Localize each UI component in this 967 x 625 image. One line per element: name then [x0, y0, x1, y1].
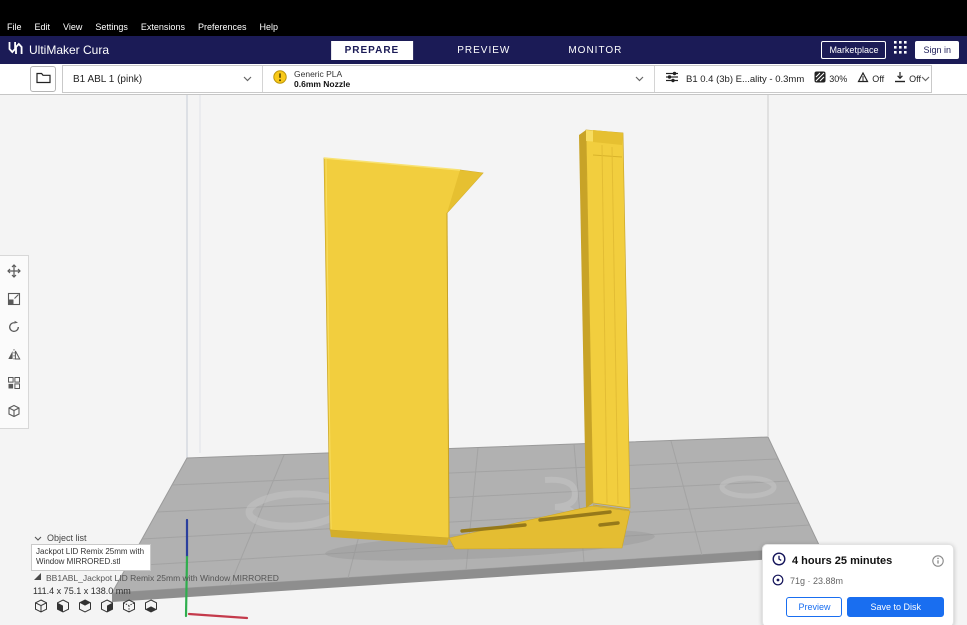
- app-title: UltiMaker Cura: [29, 43, 110, 57]
- viewport: Object list Jackpot LID Remix 25mm with …: [0, 95, 967, 625]
- move-icon: [6, 263, 21, 281]
- view-right-icon[interactable]: [121, 598, 137, 614]
- selected-model-row[interactable]: BB1ABL_Jackpot LID Remix 25mm with Windo…: [33, 572, 313, 583]
- tab-prepare[interactable]: PREPARE: [330, 40, 414, 60]
- rotate-tool-button[interactable]: [0, 314, 27, 342]
- per-model-settings-tool-button[interactable]: [0, 370, 27, 398]
- view-preset-bar: [33, 598, 159, 614]
- app-logo: UltiMaker Cura: [8, 41, 109, 60]
- object-list-label: Object list: [47, 533, 87, 543]
- folder-icon: [35, 71, 51, 87]
- infill-icon: [814, 70, 826, 88]
- mirror-tool-button[interactable]: [0, 342, 27, 370]
- tab-preview[interactable]: PREVIEW: [443, 41, 524, 60]
- view-front-icon[interactable]: [55, 598, 71, 614]
- object-list-toggle[interactable]: Object list: [34, 533, 87, 543]
- clock-icon: [772, 552, 786, 569]
- save-to-disk-button[interactable]: Save to Disk: [847, 597, 944, 617]
- adhesion-value: Off: [909, 74, 921, 84]
- menu-preferences[interactable]: Preferences: [198, 22, 247, 32]
- rotate-icon: [7, 320, 21, 337]
- view-top-icon[interactable]: [77, 598, 93, 614]
- menu-settings[interactable]: Settings: [95, 22, 128, 32]
- print-settings-sliders-icon: [665, 70, 679, 88]
- chevron-down-icon[interactable]: [921, 76, 930, 82]
- chevron-down-icon: [635, 76, 644, 82]
- print-time: 4 hours 25 minutes: [792, 554, 893, 567]
- support-icon: [857, 70, 869, 88]
- app-header: UltiMaker Cura PREPARE PREVIEW MONITOR M…: [0, 36, 967, 64]
- adhesion-icon: [894, 70, 906, 88]
- view-left-icon[interactable]: [99, 598, 115, 614]
- object-filename-line1: Jackpot LID Remix 25mm with: [36, 547, 145, 556]
- support-blocker-icon: [7, 404, 21, 421]
- nozzle-size: 0.6mm Nozzle: [294, 79, 351, 89]
- object-filename-line2: Window MIRRORED.stl: [36, 557, 121, 567]
- scale-icon: [7, 292, 21, 309]
- model-type-icon: [33, 572, 42, 583]
- print-profile: B1 0.4 (3b) E...ality - 0.3mm: [686, 73, 805, 85]
- material-usage: 71g · 23.88m: [790, 576, 844, 586]
- object-list-item[interactable]: Jackpot LID Remix 25mm with Window MIRRO…: [31, 544, 151, 571]
- chevron-down-icon: [34, 533, 42, 543]
- move-tool-button[interactable]: [0, 258, 27, 286]
- menu-bar: File Edit View Settings Extensions Prefe…: [0, 18, 967, 36]
- support-value: Off: [872, 74, 885, 84]
- view-bottom-icon[interactable]: [143, 598, 159, 614]
- selected-model-name: BB1ABL_Jackpot LID Remix 25mm with Windo…: [46, 572, 279, 583]
- ultimaker-logo-icon: [8, 41, 23, 60]
- warning-icon: [273, 69, 287, 89]
- model-dimensions: 111.4 x 75.1 x 138.0 mm: [33, 586, 131, 596]
- support-blocker-tool-button[interactable]: [0, 398, 27, 426]
- menu-help[interactable]: Help: [259, 22, 278, 32]
- open-file-button[interactable]: [30, 66, 56, 92]
- tab-monitor[interactable]: MONITOR: [554, 41, 636, 60]
- info-icon[interactable]: [932, 554, 944, 567]
- chevron-down-icon: [243, 76, 252, 82]
- sign-in-button[interactable]: Sign in: [915, 41, 959, 59]
- window-title-bar: [0, 0, 967, 18]
- mirror-icon: [7, 348, 21, 365]
- configuration-bar: B1 ABL 1 (pink) Generic PLA 0.6mm Nozzle…: [0, 64, 967, 95]
- print-settings-selector[interactable]: B1 0.4 (3b) E...ality - 0.3mm 30% Off Of…: [655, 66, 931, 92]
- menu-file[interactable]: File: [7, 22, 22, 32]
- menu-view[interactable]: View: [63, 22, 82, 32]
- printer-selector[interactable]: B1 ABL 1 (pink): [63, 66, 263, 92]
- menu-extensions[interactable]: Extensions: [141, 22, 185, 32]
- printer-name: B1 ABL 1 (pink): [73, 73, 143, 85]
- per-model-settings-icon: [7, 376, 21, 393]
- preview-button[interactable]: Preview: [786, 597, 843, 617]
- grid-menu-icon[interactable]: [894, 41, 908, 59]
- view-3d-icon[interactable]: [33, 598, 49, 614]
- material-spool-icon: [772, 574, 784, 588]
- stage-tabs: PREPARE PREVIEW MONITOR: [330, 40, 637, 60]
- infill-value: 30%: [829, 74, 848, 84]
- material-selector[interactable]: Generic PLA 0.6mm Nozzle: [263, 66, 655, 92]
- action-panel: 4 hours 25 minutes 71g · 23.88m Preview …: [762, 544, 954, 625]
- material-name: Generic PLA: [294, 68, 343, 79]
- menu-edit[interactable]: Edit: [35, 22, 51, 32]
- marketplace-button[interactable]: Marketplace: [821, 41, 887, 59]
- tool-sidebar: [0, 255, 29, 429]
- scale-tool-button[interactable]: [0, 286, 27, 314]
